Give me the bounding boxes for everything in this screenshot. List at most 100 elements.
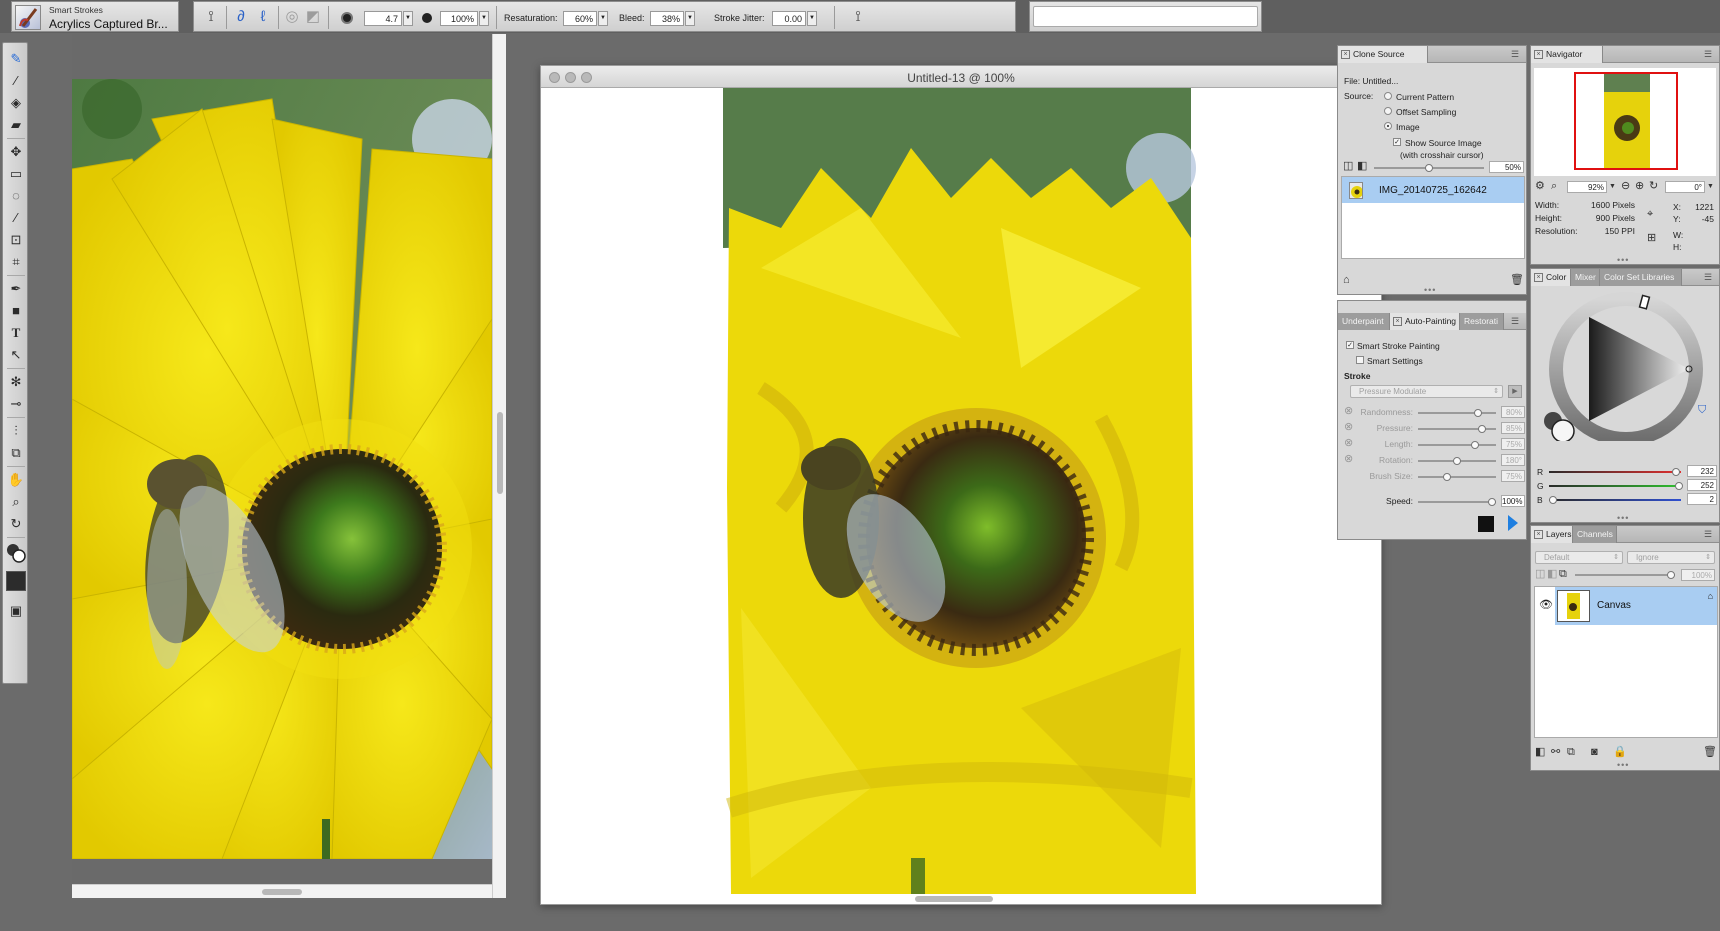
rotate-icon[interactable]: ↻ bbox=[1649, 180, 1658, 192]
delete-source-icon[interactable]: 🗑 bbox=[1510, 274, 1524, 286]
close-panel-icon[interactable]: × bbox=[1534, 530, 1543, 539]
source-vertical-scrollbar[interactable] bbox=[492, 34, 506, 898]
smart-stroke-painting-checkbox[interactable]: ✓ bbox=[1346, 341, 1354, 349]
document-titlebar[interactable]: Untitled-13 @ 100% bbox=[541, 66, 1381, 88]
magic-wand-tool-icon[interactable]: ⁄ bbox=[6, 208, 26, 228]
lasso-tool-icon[interactable]: ◌ bbox=[6, 186, 26, 206]
stroke-jitter-field[interactable]: 0.00 bbox=[772, 11, 806, 26]
dropper-tool-icon[interactable]: ⁄ bbox=[6, 71, 26, 91]
color-wheel[interactable] bbox=[1541, 291, 1711, 441]
length-slider[interactable] bbox=[1418, 441, 1496, 449]
delete-layer-icon[interactable]: 🗑 bbox=[1703, 746, 1717, 758]
source-opacity-slider[interactable] bbox=[1374, 164, 1484, 172]
rectangular-selection-tool-icon[interactable]: ▭ bbox=[6, 164, 26, 184]
navigator-view-frame[interactable] bbox=[1574, 72, 1678, 170]
shape-tool-icon[interactable]: ■ bbox=[6, 301, 26, 321]
slider-knob[interactable] bbox=[1474, 409, 1482, 417]
new-layer-icon[interactable]: ⧉ bbox=[1567, 746, 1575, 758]
add-source-icon[interactable]: ⌂ bbox=[1343, 274, 1350, 286]
layer-adjuster-tool-icon[interactable]: ✥ bbox=[6, 142, 26, 162]
opacity-field[interactable]: 100% bbox=[440, 11, 478, 26]
size-field[interactable]: 4.7 bbox=[364, 11, 402, 26]
tab-underpaint[interactable]: Underpaint bbox=[1338, 313, 1390, 330]
eraser-tool-icon[interactable]: ▰ bbox=[6, 115, 26, 135]
layer-row[interactable]: 👁 Canvas ⌂ bbox=[1535, 587, 1717, 625]
slider-knob[interactable] bbox=[1443, 473, 1451, 481]
r-slider[interactable] bbox=[1549, 468, 1681, 476]
document-canvas[interactable] bbox=[721, 88, 1201, 894]
layer-option-icon[interactable]: ◫ bbox=[1535, 568, 1545, 580]
document-horizontal-scrollbar[interactable] bbox=[541, 894, 1381, 904]
tab-auto-painting[interactable]: × Auto-Painting bbox=[1390, 313, 1460, 330]
slider-knob[interactable] bbox=[1672, 468, 1680, 476]
panel-menu-icon[interactable]: ☰ bbox=[1511, 316, 1523, 327]
slider-knob[interactable] bbox=[1488, 498, 1496, 506]
layer-mask-icon[interactable]: ◙ bbox=[1591, 746, 1598, 758]
brush-size-value[interactable]: 75% bbox=[1501, 470, 1525, 482]
shape-selection-tool-icon[interactable]: ↖ bbox=[6, 345, 26, 365]
tab-clone-source[interactable]: × Clone Source bbox=[1338, 46, 1428, 63]
source-horizontal-scrollbar[interactable] bbox=[72, 884, 492, 898]
panel-menu-icon[interactable]: ☰ bbox=[1704, 272, 1716, 283]
g-slider[interactable] bbox=[1549, 482, 1683, 490]
tab-color-set-libraries[interactable]: Color Set Libraries bbox=[1600, 269, 1682, 286]
tab-layers[interactable]: × Layers bbox=[1531, 526, 1573, 543]
paint-bucket-tool-icon[interactable]: ◈ bbox=[6, 93, 26, 113]
dab-preview-icon[interactable]: ⟟ bbox=[849, 8, 867, 26]
tab-mixer[interactable]: Mixer bbox=[1571, 269, 1600, 286]
size-dropdown-arrow[interactable]: ▼ bbox=[403, 11, 413, 26]
panel-menu-icon[interactable]: ☰ bbox=[1511, 49, 1523, 60]
navigator-settings-icon[interactable]: ⚙ bbox=[1535, 180, 1545, 192]
layer-opacity-value[interactable]: 100% bbox=[1681, 569, 1715, 581]
color-picker-icon[interactable]: ⛉ bbox=[1698, 404, 1706, 416]
panel-menu-icon[interactable]: ☰ bbox=[1704, 529, 1716, 540]
rotate-page-tool-icon[interactable]: ↻ bbox=[6, 514, 26, 534]
slider-knob[interactable] bbox=[1675, 482, 1683, 490]
brush-tool-icon[interactable]: ✎ bbox=[6, 49, 26, 69]
source-photo[interactable] bbox=[72, 79, 492, 859]
panel-resize-grip[interactable]: ••• bbox=[1617, 761, 1629, 770]
radio-offset-sampling[interactable] bbox=[1384, 107, 1392, 115]
close-panel-icon[interactable]: × bbox=[1341, 50, 1350, 59]
lock-icon[interactable]: 🔒 bbox=[1613, 746, 1627, 758]
perspective-guides-tool-icon[interactable]: ⧉ bbox=[6, 443, 26, 463]
g-value[interactable]: 252 bbox=[1687, 479, 1717, 491]
color-swatches-icon[interactable] bbox=[6, 543, 26, 563]
navigator-rotation-field[interactable]: 0° bbox=[1665, 181, 1705, 193]
close-panel-icon[interactable]: × bbox=[1534, 273, 1543, 282]
search-input[interactable] bbox=[1033, 6, 1258, 27]
grabber-tool-icon[interactable]: ✋ bbox=[6, 470, 26, 490]
panel-resize-grip[interactable]: ••• bbox=[1617, 256, 1629, 265]
scrollbar-thumb[interactable] bbox=[262, 889, 302, 895]
resaturation-field[interactable]: 60% bbox=[563, 11, 597, 26]
pressure-slider[interactable] bbox=[1418, 425, 1496, 433]
zoom-dropdown-arrow[interactable]: ▼ bbox=[1609, 181, 1616, 193]
brush-selector[interactable]: Smart Strokes Acrylics Captured Br... bbox=[11, 1, 179, 32]
zoom-out-icon[interactable]: ⊖ bbox=[1621, 180, 1630, 192]
crop-tool-icon[interactable]: ⌗ bbox=[6, 252, 26, 272]
pen-tool-icon[interactable]: ✒ bbox=[6, 279, 26, 299]
randomness-slider[interactable] bbox=[1418, 409, 1496, 417]
panel-resize-grip[interactable]: ••• bbox=[1424, 286, 1436, 295]
zoom-in-icon[interactable]: ⊕ bbox=[1635, 180, 1644, 192]
slider-knob[interactable] bbox=[1471, 441, 1479, 449]
magnifier-icon[interactable]: ⌕ bbox=[1551, 180, 1557, 192]
radio-image[interactable] bbox=[1384, 122, 1392, 130]
eye-icon[interactable]: 👁 bbox=[1539, 598, 1553, 611]
scrollbar-thumb[interactable] bbox=[497, 412, 503, 494]
radio-current-pattern[interactable] bbox=[1384, 92, 1392, 100]
navigator-zoom-field[interactable]: 92% bbox=[1567, 181, 1607, 193]
mirror-painting-tool-icon[interactable]: ⫶ bbox=[6, 421, 26, 441]
preserve-select[interactable]: Ignore ⇕ bbox=[1627, 551, 1715, 564]
stop-button[interactable] bbox=[1478, 516, 1494, 532]
bleed-field[interactable]: 38% bbox=[650, 11, 684, 26]
stroke-record-button[interactable]: ▶ bbox=[1508, 385, 1522, 398]
tab-color[interactable]: × Color bbox=[1531, 269, 1571, 286]
stroke-type-straight-icon[interactable]: ℓ bbox=[254, 8, 272, 26]
b-value[interactable]: 2 bbox=[1687, 493, 1717, 505]
navigator-preview[interactable] bbox=[1534, 68, 1716, 176]
stroke-jitter-dropdown-arrow[interactable]: ▼ bbox=[807, 11, 817, 26]
slider-knob[interactable] bbox=[1478, 425, 1486, 433]
brush-reset-icon[interactable]: ⟟ bbox=[202, 8, 220, 26]
bleed-dropdown-arrow[interactable]: ▼ bbox=[685, 11, 695, 26]
